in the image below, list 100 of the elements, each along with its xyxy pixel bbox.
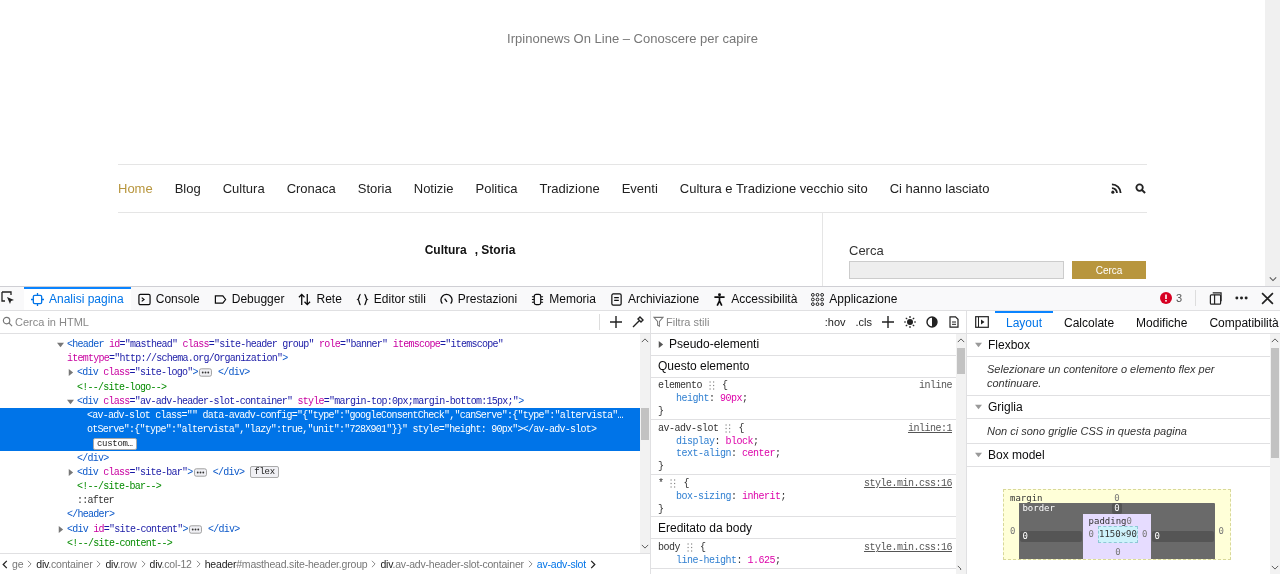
document-icon[interactable] <box>948 315 960 328</box>
tree-node[interactable]: <div class="av-adv-header-slot-container" style="margin-top:0px;margin-bottom:15px;"> <box>0 394 640 409</box>
devtools-tab[interactable]: Console <box>130 286 207 310</box>
breadcrumb[interactable]: ge <box>12 558 24 570</box>
breadcrumb[interactable]: header#masthead.site-header.group <box>204 558 368 570</box>
tree-node[interactable]: <header id="masthead" class="site-header group" role="banner" itemscope="itemscope" itemtype="http://schema.org/Organization"> <box>0 337 640 366</box>
devtools-tab[interactable]: Applicazione <box>804 286 905 310</box>
source-link[interactable]: inline:1 <box>908 422 952 434</box>
ellipsis-icon[interactable] <box>193 467 207 477</box>
nav-link[interactable]: Ci hanno lasciato <box>889 181 990 196</box>
sidebar-tab[interactable]: Modifiche <box>1125 310 1199 333</box>
tree-node[interactable] <box>0 408 640 451</box>
padding-value[interactable]: 0 <box>1141 529 1148 539</box>
padding-value[interactable]: 0 <box>1126 515 1132 526</box>
scrollbar[interactable] <box>956 333 966 574</box>
rss-icon[interactable] <box>1111 183 1122 194</box>
search-field[interactable] <box>849 261 1064 279</box>
section-title[interactable]: Griglia <box>988 399 1023 414</box>
border-value[interactable]: 0 <box>1112 502 1122 514</box>
border-value[interactable]: 0 <box>1020 530 1082 542</box>
plus-icon[interactable] <box>882 315 894 328</box>
tree-node[interactable]: <div class="site-bar"> </div> flex <box>0 465 640 480</box>
breadcrumb[interactable]: div.row <box>105 558 137 570</box>
scrollbar[interactable] <box>640 333 650 553</box>
sidebar-tab[interactable]: Layout <box>995 310 1054 333</box>
section-title[interactable]: Box model <box>988 447 1045 462</box>
content-size[interactable]: 1150×90 <box>1098 525 1138 543</box>
disclosure-triangle-icon[interactable] <box>57 341 64 349</box>
node-badge[interactable]: custom… <box>93 437 137 450</box>
dots-grid-icon[interactable] <box>724 423 733 433</box>
scrollbar[interactable] <box>1270 333 1280 574</box>
padding-value[interactable]: 0 <box>1088 529 1095 539</box>
nav-link[interactable]: Blog <box>174 181 201 196</box>
node-badge[interactable]: flex <box>250 466 279 479</box>
toggle-button[interactable]: .cls <box>855 315 872 328</box>
margin-box[interactable]: margin 0 0 border 0 0 padding0 0 1150×90 0 0 0 0 <box>1003 488 1231 560</box>
nav-link[interactable]: Tradizione <box>539 181 600 196</box>
nav-link[interactable]: Notizie <box>413 181 454 196</box>
dock-icon[interactable] <box>1209 291 1222 305</box>
category-link[interactable]: , Storia <box>474 243 516 259</box>
nav-link[interactable]: Politica <box>475 181 518 196</box>
eyedropper-icon[interactable] <box>632 315 644 328</box>
scrollbar[interactable] <box>1265 0 1280 286</box>
scrollbar-thumb[interactable] <box>1271 347 1279 458</box>
ellipsis-icon[interactable] <box>188 524 202 534</box>
ellipsis-icon[interactable] <box>198 368 212 378</box>
toggle-button[interactable]: :hov <box>824 315 846 328</box>
search-icon[interactable] <box>1135 183 1146 194</box>
padding-box[interactable]: padding0 0 1150×90 0 0 <box>1082 513 1152 559</box>
sidebar-toggle-icon[interactable] <box>975 315 989 328</box>
border-value[interactable]: 0 <box>1152 530 1214 542</box>
breadcrumb[interactable]: div.av-adv-header-slot-container <box>380 558 524 570</box>
devtools-tab[interactable]: Archiviazione <box>602 286 707 310</box>
margin-value[interactable]: 0 <box>1010 525 1016 536</box>
border-box[interactable]: border 0 0 padding0 0 1150×90 0 0 0 <box>1019 502 1215 559</box>
sun-icon[interactable] <box>904 315 916 328</box>
plus-icon[interactable] <box>610 315 622 328</box>
nav-link[interactable]: Cronaca <box>286 181 336 196</box>
devtools-tab[interactable]: Rete <box>291 286 349 310</box>
contrast-icon[interactable] <box>926 315 938 328</box>
devtools-tab[interactable]: Accessibilità <box>706 286 805 310</box>
dots-grid-icon[interactable] <box>669 478 678 488</box>
scrollbar-thumb[interactable] <box>957 347 965 374</box>
close-icon[interactable] <box>1261 291 1274 305</box>
devtools-tab[interactable]: Prestazioni <box>432 286 525 310</box>
more-icon[interactable] <box>1235 296 1248 300</box>
sidebar-tab[interactable]: Compatibilità <box>1198 310 1280 333</box>
disclosure-triangle-icon[interactable] <box>67 369 74 377</box>
tree-node[interactable]: <!--/site-bar--> <box>0 479 640 494</box>
margin-value[interactable]: 0 <box>1218 525 1224 536</box>
nav-link[interactable]: Storia <box>357 181 392 196</box>
cursor-icon[interactable] <box>1 291 15 305</box>
tree-node[interactable]: <div class="site-logo"> </div> <box>0 365 640 381</box>
dots-grid-icon[interactable] <box>685 543 695 553</box>
breadcrumb[interactable]: div.col-12 <box>149 558 192 570</box>
disclosure-triangle-icon[interactable] <box>657 340 664 348</box>
tree-node[interactable]: <!--/site-logo--> <box>0 380 640 395</box>
margin-value[interactable]: 0 <box>1114 492 1120 503</box>
nav-link[interactable]: Cultura e Tradizione vecchio sito <box>679 181 868 196</box>
section-title[interactable]: Flexbox <box>988 337 1031 352</box>
tree-node[interactable]: ::after <box>0 493 640 508</box>
tree-node[interactable]: <!--/site-content--> <box>0 536 640 551</box>
tree-node[interactable]: <div id="site-content"> </div> <box>0 521 640 537</box>
category-link[interactable]: Cultura <box>424 243 467 259</box>
breadcrumb[interactable]: av-adv-slot <box>536 558 586 570</box>
breadcrumb[interactable]: div.container <box>36 558 93 570</box>
nav-link[interactable]: Cultura <box>222 181 265 196</box>
disclosure-triangle-icon[interactable] <box>67 397 74 405</box>
nav-link[interactable]: Eventi <box>621 181 658 196</box>
devtools-tab[interactable]: Debugger <box>206 286 292 310</box>
padding-value[interactable]: 0 <box>1115 546 1121 557</box>
devtools-tab[interactable]: Memoria <box>524 286 603 310</box>
scrollbar-thumb[interactable] <box>641 407 649 440</box>
section-title[interactable]: Pseudo-elementi <box>669 337 760 351</box>
disclosure-triangle-icon[interactable] <box>67 468 74 476</box>
disclosure-triangle-icon[interactable] <box>57 525 64 533</box>
sidebar-tab[interactable]: Calcolate <box>1053 310 1126 333</box>
devtools-tab[interactable]: Editor stili <box>348 286 433 310</box>
dots-grid-icon[interactable] <box>707 381 717 391</box>
source-link[interactable]: style.min.css:16 <box>864 477 952 489</box>
